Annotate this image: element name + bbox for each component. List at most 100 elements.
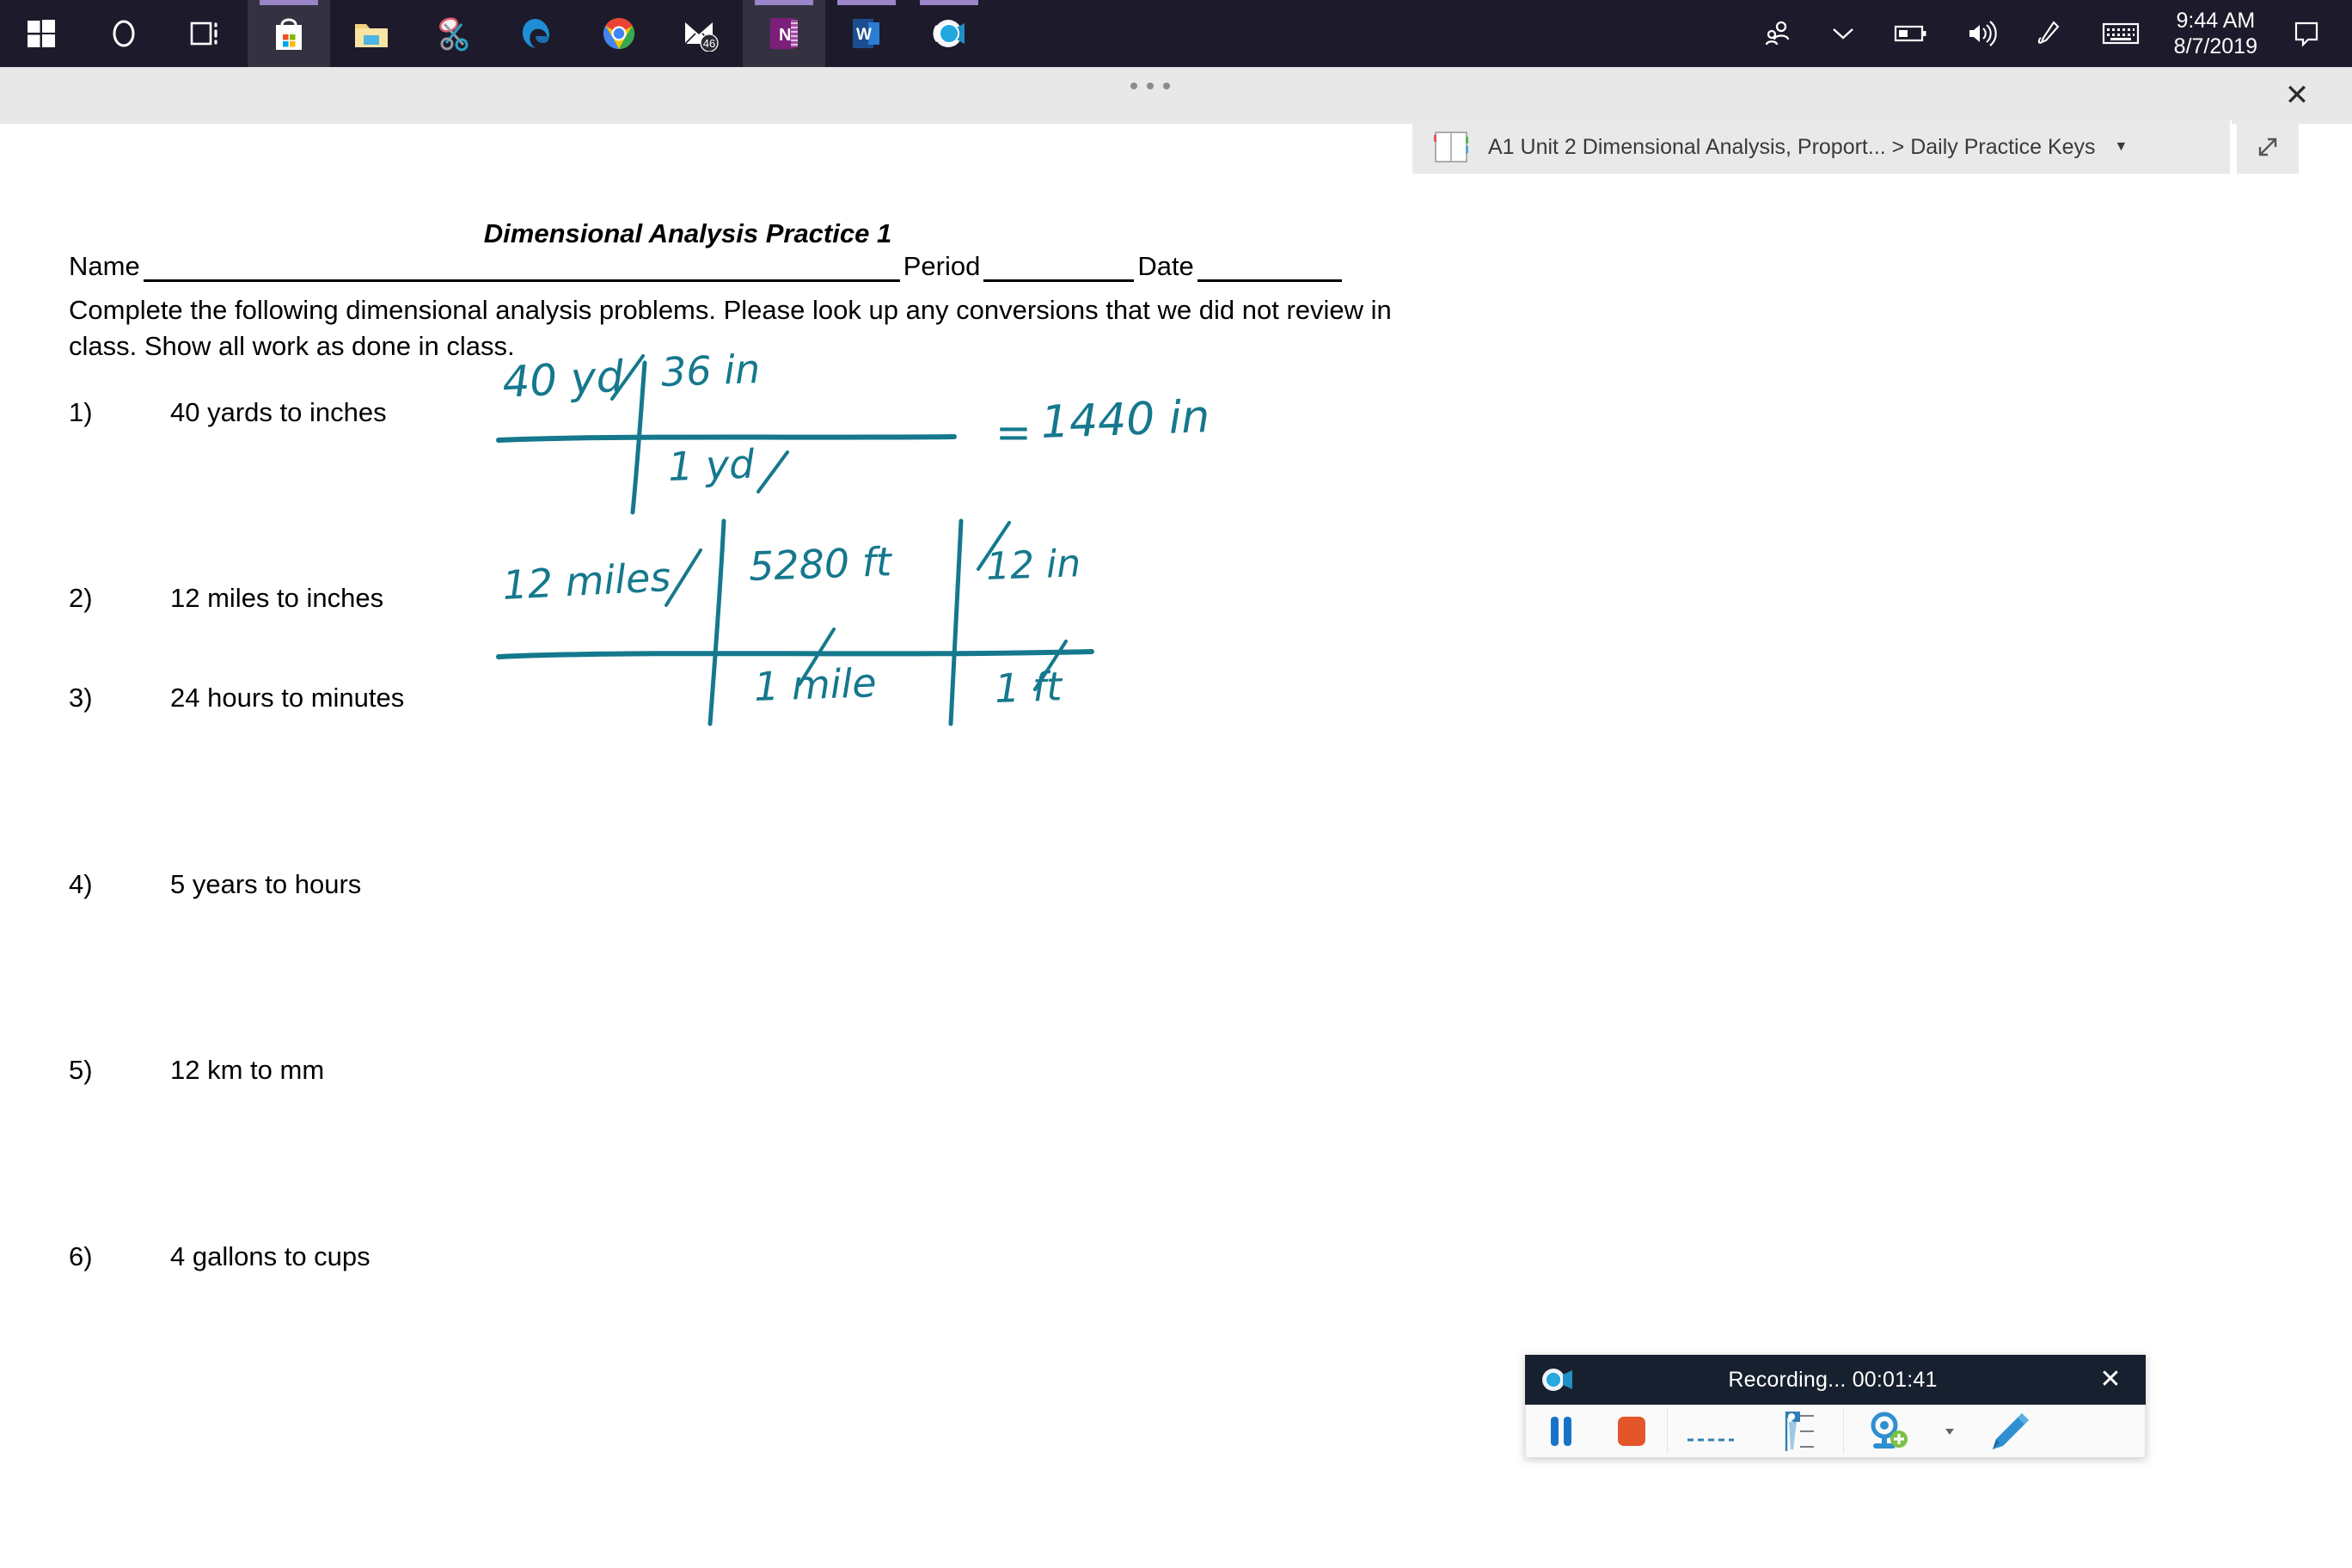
screen-recorder-widget: Recording... 00:01:41 ✕ xyxy=(1525,1355,2146,1458)
microsoft-store-button[interactable] xyxy=(248,0,330,67)
screen-recorder-button[interactable] xyxy=(908,0,990,67)
onenote-button[interactable]: N xyxy=(743,0,825,67)
marker-pen-icon xyxy=(1785,1411,1814,1451)
stop-button[interactable] xyxy=(1596,1405,1667,1458)
recorder-close-button[interactable]: ✕ xyxy=(2091,1367,2130,1393)
draw-line-tool[interactable] xyxy=(1668,1405,1754,1458)
unit-cancel-marks-problem-1 xyxy=(610,354,789,493)
name-period-date-row: Name Period Date xyxy=(69,251,1393,282)
problem-number: 4) xyxy=(69,869,93,899)
touch-keyboard-button[interactable] xyxy=(2083,0,2159,67)
page-title: Dimensional Analysis Practice 1 xyxy=(483,218,892,248)
problem-row: 4) 5 years to hours xyxy=(69,869,361,900)
problem-number: 1) xyxy=(69,397,93,427)
edge-logo-icon xyxy=(523,19,549,48)
problem-text: 5 years to hours xyxy=(170,869,362,899)
svg-text:N: N xyxy=(779,26,791,45)
chevron-up-icon xyxy=(1832,28,1853,40)
notification-flag-icon xyxy=(2294,21,2318,47)
mail-envelope-icon: 46 xyxy=(684,22,719,52)
notebook-breadcrumb-label: A1 Unit 2 Dimensional Analysis, Proport.… xyxy=(1488,134,2096,159)
onenote-n-icon: N xyxy=(770,18,798,49)
notebook-breadcrumb-bar[interactable]: A1 Unit 2 Dimensional Analysis, Proport.… xyxy=(1412,120,2232,174)
problem-text: 24 hours to minutes xyxy=(170,683,405,713)
svg-text:W: W xyxy=(856,26,872,44)
people-icon xyxy=(1765,21,1789,46)
camera-lens-icon xyxy=(933,20,965,47)
volume-icon xyxy=(1969,21,1997,46)
stop-square-icon xyxy=(1618,1416,1645,1446)
problem-number: 3) xyxy=(69,683,93,713)
add-webcam-button[interactable] xyxy=(1844,1405,1935,1458)
pen-workspace-button[interactable] xyxy=(2016,0,2083,67)
taskbar-clock[interactable]: 9:44 AM 8/7/2019 xyxy=(2159,8,2273,60)
pencil-icon xyxy=(1993,1412,2029,1449)
cortana-circle-icon xyxy=(113,20,135,47)
active-app-indicator xyxy=(260,0,318,5)
chevron-down-icon[interactable]: ▼ xyxy=(2115,139,2128,155)
dot xyxy=(1130,83,1137,89)
taskbar-app-list: 46 N W xyxy=(0,0,990,67)
period-label: Period xyxy=(903,251,981,281)
task-view-button[interactable] xyxy=(165,0,248,67)
expand-page-button[interactable] xyxy=(2237,120,2299,174)
problem-row: 6) 4 gallons to cups xyxy=(69,1241,371,1272)
problem-text: 12 miles to inches xyxy=(170,583,384,613)
annotation-pen-tool[interactable] xyxy=(1754,1405,1843,1458)
volume-button[interactable] xyxy=(1947,0,2016,67)
problem-row: 3) 24 hours to minutes xyxy=(69,683,404,714)
recorder-toolbar xyxy=(1525,1405,2146,1458)
pen-workspace-icon xyxy=(2037,21,2060,44)
touch-keyboard-icon xyxy=(2102,22,2139,45)
tool-dropdown-caret[interactable] xyxy=(1935,1405,1964,1458)
date-label: Date xyxy=(1137,251,1194,281)
word-w-icon: W xyxy=(853,19,879,48)
notebook-icon xyxy=(1434,132,1468,162)
problem-row: 1) 40 yards to inches xyxy=(69,397,387,428)
dashed-line-icon xyxy=(1687,1438,1734,1441)
webcam-plus-icon xyxy=(1871,1412,1908,1449)
pause-icon xyxy=(1551,1416,1571,1446)
file-explorer-folder-icon xyxy=(355,24,388,47)
period-blank-line xyxy=(983,258,1135,282)
problem-number: 5) xyxy=(69,1055,93,1085)
name-blank-line xyxy=(143,258,900,282)
expand-diagonal-icon xyxy=(2258,138,2277,156)
mail-unread-badge: 46 xyxy=(703,37,715,50)
windows-taskbar: 46 N W 9:44 AM 8/7/2019 xyxy=(0,0,2352,67)
pause-button[interactable] xyxy=(1526,1405,1596,1458)
people-icon-button[interactable] xyxy=(1744,0,1811,67)
cortana-button[interactable] xyxy=(83,0,165,67)
clock-time: 9:44 AM xyxy=(2176,8,2256,33)
name-label: Name xyxy=(69,251,140,281)
system-tray: 9:44 AM 8/7/2019 xyxy=(1744,0,2352,67)
chrome-browser-button[interactable] xyxy=(578,0,660,67)
battery-button[interactable] xyxy=(1875,0,1947,67)
snipping-tool-button[interactable] xyxy=(413,0,495,67)
clock-date: 8/7/2019 xyxy=(2173,34,2257,58)
show-hidden-icons-button[interactable] xyxy=(1811,0,1875,67)
task-view-icon xyxy=(190,21,217,46)
overflow-menu-button[interactable] xyxy=(1130,83,1170,89)
worksheet-document: Dimensional Analysis Practice 1 Name Per… xyxy=(0,124,1410,1568)
file-explorer-button[interactable] xyxy=(330,0,413,67)
pencil-tool[interactable] xyxy=(1964,1405,2054,1458)
microsoft-store-icon xyxy=(276,18,302,50)
screen-root: 46 N W 9:44 AM 8/7/2019 ✕ A1 Unit 2 Dime… xyxy=(0,0,2352,1568)
problem-row: 5) 12 km to mm xyxy=(69,1055,324,1086)
start-button[interactable] xyxy=(0,0,83,67)
edge-browser-button[interactable] xyxy=(495,0,578,67)
mail-button[interactable]: 46 xyxy=(660,0,743,67)
problem-row: 2) 12 miles to inches xyxy=(69,583,383,614)
problem-number: 6) xyxy=(69,1241,93,1271)
problem-text: 12 km to mm xyxy=(170,1055,325,1085)
chevron-down-icon xyxy=(1945,1428,1954,1435)
window-close-button[interactable]: ✕ xyxy=(2266,67,2328,124)
word-button[interactable]: W xyxy=(825,0,908,67)
recording-status-text: Recording... 00:01:41 xyxy=(1728,1367,1938,1392)
dot xyxy=(1163,83,1170,89)
active-app-indicator xyxy=(920,0,978,5)
action-center-button[interactable] xyxy=(2273,0,2340,67)
dot xyxy=(1147,83,1154,89)
chrome-logo-icon xyxy=(603,17,635,50)
